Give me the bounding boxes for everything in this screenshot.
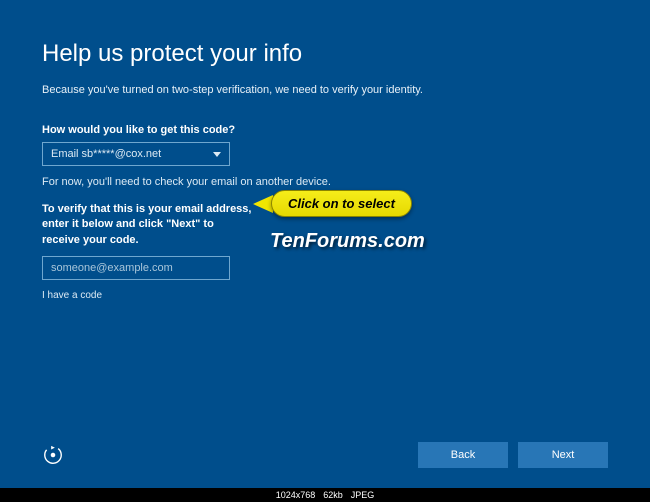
email-placeholder: someone@example.com [51,262,173,274]
meta-filesize: 62kb [323,490,343,500]
have-code-link[interactable]: I have a code [42,290,608,301]
callout-arrow-icon [253,195,273,213]
callout-text: Click on to select [271,190,412,217]
chevron-down-icon [213,152,221,157]
nav-buttons: Back Next [418,442,608,468]
meta-dimensions: 1024x768 [276,490,316,500]
code-method-value: Email sb*****@cox.net [51,148,161,160]
device-note: For now, you'll need to check your email… [42,176,608,188]
image-meta-bar: 1024x768 62kb JPEG [0,488,650,502]
meta-format: JPEG [351,490,375,500]
code-method-label: How would you like to get this code? [42,124,608,136]
accessibility-icon[interactable] [42,444,64,466]
back-button[interactable]: Back [418,442,508,468]
watermark-text: TenForums.com [270,230,425,253]
next-button[interactable]: Next [518,442,608,468]
oobe-verify-screen: Help us protect your info Because you've… [0,0,650,488]
email-field[interactable]: someone@example.com [42,256,230,280]
code-method-select[interactable]: Email sb*****@cox.net [42,142,230,166]
page-title: Help us protect your info [42,40,608,68]
tutorial-callout: Click on to select [253,190,412,217]
page-subtitle: Because you've turned on two-step verifi… [42,84,608,96]
verify-instruction: To verify that this is your email addres… [42,202,252,248]
footer-bar: Back Next [0,422,650,488]
